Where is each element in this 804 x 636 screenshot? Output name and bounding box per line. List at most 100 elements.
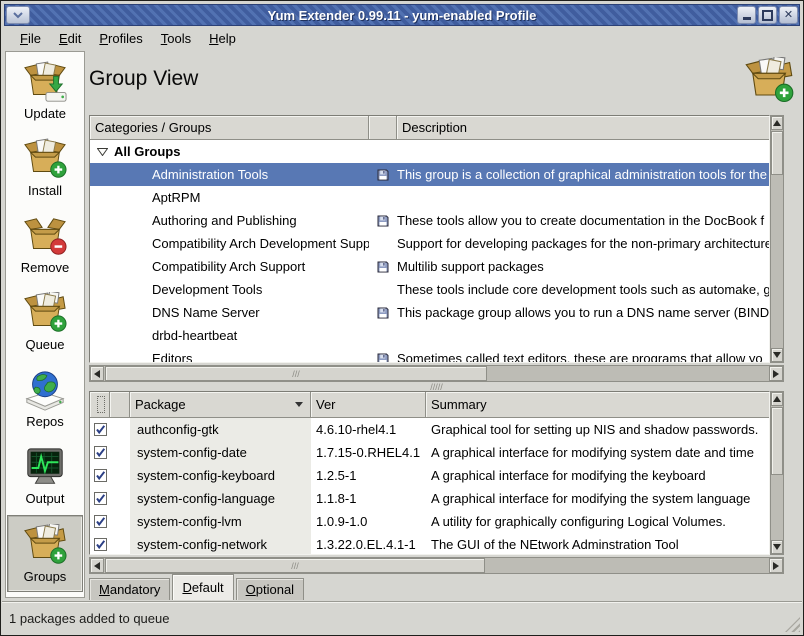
group-label: DNS Name Server — [114, 301, 260, 324]
package-table-hscrollbar[interactable]: /// — [89, 557, 784, 574]
package-checkbox[interactable] — [94, 446, 107, 459]
column-header-ver[interactable]: Ver — [311, 392, 426, 418]
tab-optional[interactable]: Optional — [236, 578, 304, 600]
tab-label: Optional — [246, 582, 294, 597]
group-table-hscrollbar[interactable]: /// — [89, 365, 784, 382]
menu-file[interactable]: File — [11, 29, 50, 48]
group-description: These tools include core development too… — [397, 278, 769, 301]
menu-label: Help — [209, 31, 236, 46]
groups-box-icon — [21, 524, 69, 568]
scroll-thumb[interactable] — [771, 407, 783, 475]
package-version: 1.2.5-1 — [311, 464, 426, 487]
scroll-up-button[interactable] — [771, 116, 783, 130]
group-row[interactable]: Compatibility Arch Development Support S… — [90, 232, 769, 255]
sidebar-item-output[interactable]: Output — [6, 437, 84, 514]
sidebar-item-repos[interactable]: Repos — [6, 360, 84, 437]
scroll-left-button[interactable] — [90, 558, 104, 573]
group-row[interactable]: Compatibility Arch Support Multilib supp… — [90, 255, 769, 278]
package-row[interactable]: system-config-lvm 1.0.9-1.0 A utility fo… — [90, 510, 769, 533]
scroll-right-button[interactable] — [769, 366, 783, 381]
menu-tools[interactable]: Tools — [152, 29, 200, 48]
output-monitor-icon — [21, 446, 69, 490]
group-row[interactable]: AptRPM — [90, 186, 769, 209]
column-header-installed-flag[interactable] — [369, 116, 397, 140]
arrow-left-icon — [90, 370, 100, 378]
group-description: These tools allow you to create document… — [397, 209, 769, 232]
sidebar-item-groups[interactable]: Groups — [7, 515, 83, 592]
column-header-package[interactable]: Package — [130, 392, 311, 418]
scroll-up-button[interactable] — [771, 392, 783, 406]
group-row[interactable]: Development Tools These tools include co… — [90, 278, 769, 301]
package-checkbox[interactable] — [94, 538, 107, 551]
sidebar-item-queue[interactable]: Queue — [6, 283, 84, 360]
package-checkbox[interactable] — [94, 469, 107, 482]
arrow-down-icon — [773, 352, 781, 362]
group-row[interactable]: drbd-heartbeat — [90, 324, 769, 347]
package-row[interactable]: system-config-keyboard 1.2.5-1 A graphic… — [90, 464, 769, 487]
pane-splitter[interactable]: ///// — [89, 383, 784, 390]
tab-mandatory[interactable]: Mandatory — [89, 578, 170, 600]
package-checkbox[interactable] — [94, 515, 107, 528]
update-box-icon — [21, 61, 69, 105]
scroll-left-button[interactable] — [90, 366, 104, 381]
sidebar-item-update[interactable]: Update — [6, 52, 84, 129]
group-label: All Groups — [114, 140, 180, 163]
installed-flag-empty — [369, 186, 397, 209]
group-table: Categories / Groups Description All Grou… — [89, 115, 770, 363]
minimize-icon — [743, 17, 751, 20]
group-row[interactable]: All Groups — [90, 140, 769, 163]
sidebar-item-label: Remove — [21, 260, 69, 275]
group-description — [397, 140, 769, 163]
sidebar-item-install[interactable]: Install — [6, 129, 84, 206]
scroll-thumb[interactable] — [771, 131, 783, 175]
installed-flag-empty — [369, 140, 397, 163]
sidebar-item-label: Output — [25, 491, 64, 506]
package-table-vscrollbar[interactable] — [770, 391, 784, 555]
package-name: system-config-network — [130, 533, 311, 555]
scroll-down-button[interactable] — [771, 348, 783, 362]
group-row[interactable]: Editors Sometimes called text editors, t… — [90, 347, 769, 363]
group-row[interactable]: Authoring and Publishing These tools all… — [90, 209, 769, 232]
package-version: 1.1.8-1 — [311, 487, 426, 510]
window-menu-button[interactable] — [6, 6, 30, 24]
maximize-button[interactable] — [758, 6, 777, 24]
package-row[interactable]: system-config-network 1.3.22.0.EL.4.1-1 … — [90, 533, 769, 555]
scroll-thumb[interactable]: /// — [105, 366, 487, 381]
column-header-spare[interactable] — [110, 392, 130, 418]
package-row[interactable]: system-config-date 1.7.15-0.RHEL4.1 A gr… — [90, 441, 769, 464]
close-button[interactable]: ✕ — [779, 6, 798, 24]
package-checkbox[interactable] — [94, 492, 107, 505]
minimize-button[interactable] — [737, 6, 756, 24]
package-row[interactable]: system-config-language 1.1.8-1 A graphic… — [90, 487, 769, 510]
menu-help[interactable]: Help — [200, 29, 245, 48]
column-header-categories-groups[interactable]: Categories / Groups — [90, 116, 369, 140]
expander-open-icon[interactable] — [90, 148, 114, 156]
tab-default[interactable]: Default — [172, 574, 233, 600]
group-table-vscrollbar[interactable] — [770, 115, 784, 363]
package-version: 1.0.9-1.0 — [311, 510, 426, 533]
arrow-up-icon — [773, 116, 781, 126]
scroll-thumb[interactable]: /// — [105, 558, 485, 573]
menu-edit[interactable]: Edit — [50, 29, 90, 48]
package-checkbox[interactable] — [94, 423, 107, 436]
column-header-checkbox[interactable] — [90, 392, 110, 418]
titlebar[interactable]: Yum Extender 0.99.11 - yum-enabled Profi… — [4, 4, 800, 26]
package-row[interactable]: authconfig-gtk 4.6.10-rhel4.1 Graphical … — [90, 418, 769, 441]
scroll-right-button[interactable] — [769, 558, 783, 573]
chevron-down-icon — [13, 12, 23, 19]
group-row[interactable]: DNS Name Server This package group allow… — [90, 301, 769, 324]
sidebar-item-remove[interactable]: Remove — [6, 206, 84, 283]
group-row[interactable]: Administration Tools This group is a col… — [90, 163, 769, 186]
menu-label: Tools — [161, 31, 191, 46]
statusbar: 1 packages added to queue — [2, 601, 802, 634]
column-header-description[interactable]: Description — [397, 116, 769, 140]
column-header-summary[interactable]: Summary — [426, 392, 769, 418]
menu-label: File — [20, 31, 41, 46]
menu-profiles[interactable]: Profiles — [90, 29, 151, 48]
scroll-down-button[interactable] — [771, 540, 783, 554]
resize-grip[interactable] — [785, 617, 800, 632]
group-description: Multilib support packages — [397, 255, 769, 278]
package-name: system-config-lvm — [130, 510, 311, 533]
sidebar: Update Install Remove Queue Repos Output… — [5, 51, 85, 598]
install-box-icon — [21, 138, 69, 182]
